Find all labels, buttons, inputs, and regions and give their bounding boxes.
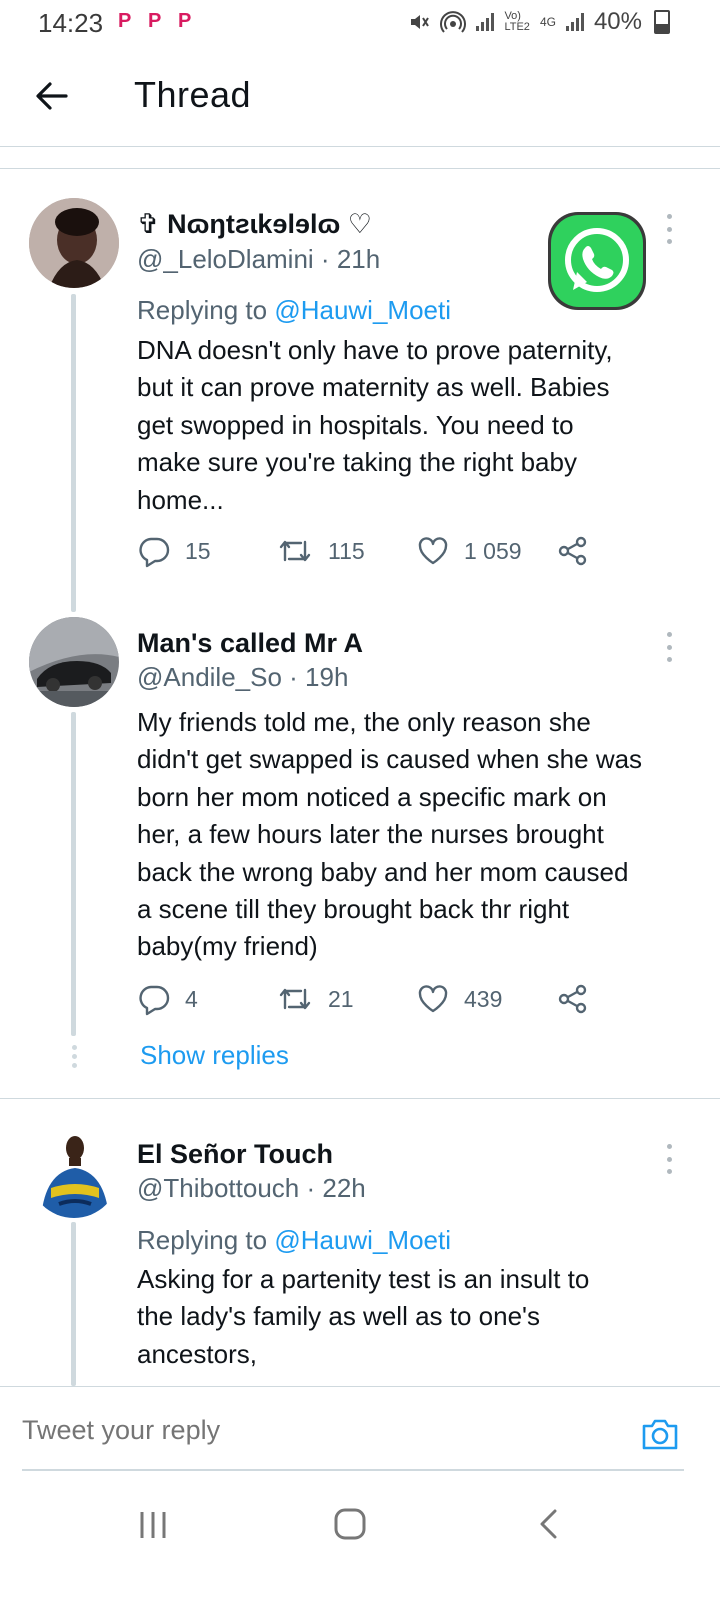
status-time: 14:23 bbox=[38, 8, 104, 38]
section-divider bbox=[0, 168, 720, 169]
system-back-button[interactable] bbox=[532, 1506, 568, 1547]
status-bar: 14:23 P P P Vo) LTE2 4G 40% bbox=[0, 0, 720, 46]
share-icon bbox=[558, 536, 587, 566]
notification-p-icon: P bbox=[118, 10, 132, 32]
more-vertical-icon bbox=[664, 632, 674, 662]
tweet-more-button[interactable] bbox=[664, 632, 674, 662]
share-button[interactable] bbox=[556, 534, 590, 573]
recents-icon bbox=[140, 1512, 166, 1538]
page-title: Thread bbox=[134, 74, 252, 115]
battery-icon bbox=[654, 10, 670, 34]
author-name[interactable]: Man's called Mr A bbox=[137, 628, 363, 659]
back-button[interactable] bbox=[30, 74, 74, 118]
reply-action[interactable]: 15 bbox=[137, 534, 211, 568]
camera-button[interactable] bbox=[640, 1414, 680, 1454]
like-action[interactable]: 1 059 bbox=[416, 534, 522, 568]
show-replies-link[interactable]: Show replies bbox=[140, 1040, 289, 1071]
tweet-more-button[interactable] bbox=[664, 214, 674, 244]
system-nav-bar bbox=[0, 1480, 720, 1600]
header-divider bbox=[0, 146, 720, 147]
tweet-divider bbox=[0, 1098, 720, 1099]
reply-icon bbox=[139, 537, 170, 568]
thread-line bbox=[71, 1222, 76, 1386]
reply-composer bbox=[0, 1386, 720, 1471]
mention-link[interactable]: @Hauwi_Moeti bbox=[274, 295, 451, 325]
thread-continuation-dots bbox=[70, 1045, 78, 1068]
reply-action[interactable]: 4 bbox=[137, 982, 198, 1016]
home-icon bbox=[334, 1508, 366, 1540]
volte-label: Vo) LTE2 bbox=[504, 10, 530, 33]
share-icon bbox=[558, 984, 587, 1014]
back-nav-icon bbox=[540, 1509, 557, 1539]
notification-p-icon: P bbox=[178, 10, 192, 32]
home-button[interactable] bbox=[332, 1506, 368, 1547]
avatar-image bbox=[29, 198, 119, 288]
status-indicators: Vo) LTE2 4G 40% bbox=[408, 8, 670, 36]
heart-icon bbox=[418, 985, 448, 1013]
retweet-icon bbox=[279, 540, 311, 562]
more-vertical-icon bbox=[664, 1144, 674, 1174]
tweet-more-button[interactable] bbox=[664, 1144, 674, 1174]
mention-link[interactable]: @Hauwi_Moeti bbox=[274, 1225, 451, 1255]
more-vertical-icon bbox=[664, 214, 674, 244]
author-name[interactable]: El Señor Touch bbox=[137, 1139, 333, 1170]
avatar[interactable] bbox=[29, 1128, 119, 1218]
tweet-text: My friends told me, the only reason she d… bbox=[137, 707, 643, 962]
avatar[interactable] bbox=[29, 617, 119, 707]
author-handle-time[interactable]: @_LeloDlamini · 21h bbox=[137, 244, 380, 275]
whatsapp-icon[interactable] bbox=[546, 210, 650, 314]
author-name[interactable]: ✞ Nɷŋtƨɩkɘlɘlɷ ♡ bbox=[137, 209, 372, 240]
replying-to: Replying to @Hauwi_Moeti bbox=[137, 295, 451, 325]
replying-to: Replying to @Hauwi_Moeti bbox=[137, 1225, 451, 1255]
recents-button[interactable] bbox=[136, 1508, 170, 1547]
thread-line bbox=[71, 294, 76, 612]
avatar-image bbox=[29, 1128, 119, 1218]
reply-icon bbox=[139, 985, 170, 1016]
retweet-icon bbox=[279, 988, 311, 1010]
share-button[interactable] bbox=[556, 982, 590, 1021]
tweet-text: Asking for a partenity test is an insult… bbox=[137, 1264, 590, 1369]
hotspot-icon bbox=[440, 11, 467, 33]
avatar-image bbox=[29, 617, 119, 707]
mute-icon bbox=[411, 15, 430, 29]
heart-icon bbox=[418, 537, 448, 565]
camera-icon bbox=[642, 1419, 678, 1450]
reply-input[interactable] bbox=[22, 1415, 582, 1446]
retweet-action[interactable]: 21 bbox=[276, 982, 354, 1016]
retweet-action[interactable]: 115 bbox=[276, 534, 365, 568]
arrow-left-icon bbox=[36, 82, 68, 110]
tweet-text: DNA doesn't only have to prove paternity… bbox=[137, 335, 613, 515]
avatar[interactable] bbox=[29, 198, 119, 288]
network-type: 4G bbox=[539, 15, 556, 29]
like-action[interactable]: 439 bbox=[416, 982, 502, 1016]
battery-percent: 40% bbox=[593, 8, 642, 35]
signal-2-icon bbox=[565, 13, 584, 31]
signal-1-icon bbox=[476, 13, 495, 31]
author-handle-time[interactable]: @Thibottouch · 22h bbox=[137, 1173, 366, 1204]
whatsapp-icon-graphic bbox=[548, 212, 646, 310]
reply-input-underline bbox=[22, 1469, 684, 1471]
author-handle-time[interactable]: @Andile_So · 19h bbox=[137, 662, 348, 693]
notification-p-icon: P bbox=[148, 10, 162, 32]
thread-line bbox=[71, 712, 76, 1036]
